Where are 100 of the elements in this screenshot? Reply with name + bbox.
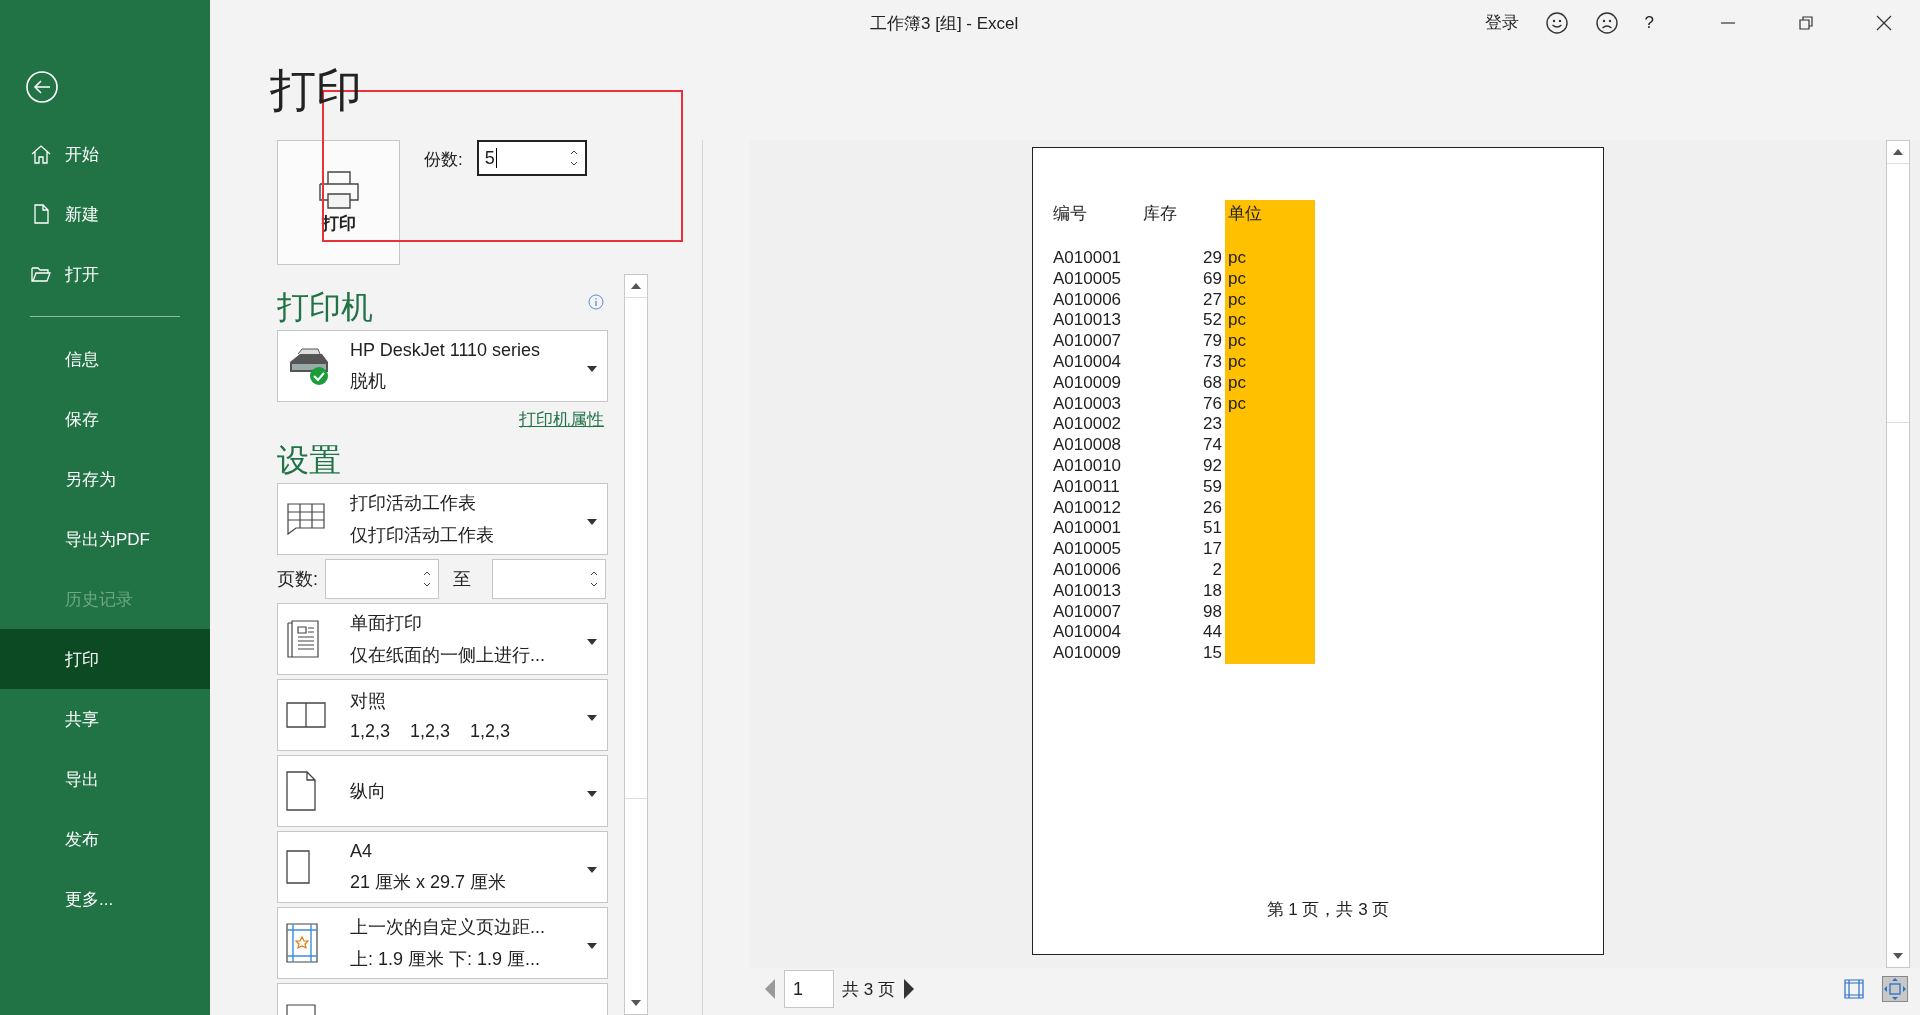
table-cell-text: A010004	[1053, 622, 1123, 644]
table-cell-text: 79	[1202, 331, 1223, 352]
option-title: 上一次的自定义页边距...	[350, 916, 545, 939]
portrait-page-icon	[286, 771, 316, 811]
sidebar-item[interactable]: 导出	[0, 749, 210, 809]
table-cell: pc	[1225, 248, 1315, 269]
table-cell-text: A010005	[1053, 268, 1123, 290]
table-cell-text: A010006	[1053, 559, 1123, 581]
table-cell-text: 92	[1202, 455, 1223, 477]
sidebar-item[interactable]: 开始	[0, 124, 210, 184]
table-cell-text: 73	[1202, 352, 1223, 373]
sidebar-item[interactable]: 信息	[0, 329, 210, 389]
table-cell-text: 27	[1202, 289, 1223, 311]
table-cell-text: A010010	[1053, 455, 1123, 477]
settings-dropdown[interactable]: 单面打印 仅在纸面的一侧上进行...	[277, 603, 608, 675]
table-cell-text: A010002	[1053, 414, 1123, 436]
show-margins-icon[interactable]	[1844, 979, 1864, 999]
copies-field[interactable]: 5	[476, 140, 587, 176]
scrollbar[interactable]	[1886, 140, 1910, 968]
info-icon[interactable]	[588, 294, 604, 310]
table-cell-text: A010012	[1053, 497, 1123, 519]
sidebar-item[interactable]: 更多...	[0, 869, 210, 929]
table-cell-text: 59	[1202, 476, 1223, 498]
pages-label: 页数:	[277, 568, 318, 591]
table-cell: pc	[1225, 393, 1315, 415]
two-pages-icon	[286, 702, 326, 728]
table-cell-text: 69	[1202, 268, 1223, 290]
option-detail: 仅打印活动工作表	[350, 524, 494, 547]
table-cell-text: 68	[1202, 372, 1223, 394]
table-cell: pc	[1225, 268, 1315, 290]
table-cell: pc	[1225, 372, 1315, 394]
settings-dropdown[interactable]: 纵向	[277, 755, 608, 827]
sidebar-item[interactable]: 另存为	[0, 449, 210, 509]
sidebar-item[interactable]: 打开	[0, 244, 210, 304]
table-cell-text: 15	[1202, 643, 1223, 664]
copies-label: 份数:	[424, 149, 463, 171]
table-cell: pc	[1225, 310, 1315, 332]
settings-dropdown[interactable]: 上一次的自定义页边距... 上: 1.9 厘米 下: 1.9 厘...	[277, 907, 608, 979]
table-cell-text: A010005	[1053, 539, 1123, 560]
table-cell-text: A010001	[1053, 518, 1123, 540]
table-cell-text: A010008	[1053, 435, 1123, 456]
grid-icon	[286, 502, 326, 536]
sidebar-item[interactable]: 打印	[0, 629, 210, 689]
option-detail: 1,2,3 1,2,3 1,2,3	[350, 720, 511, 742]
settings-dropdown[interactable]: 打印活动工作表 仅打印活动工作表	[277, 483, 608, 555]
sign-in-link[interactable]: 登录	[1484, 11, 1519, 34]
table-cell-text: 18	[1202, 580, 1223, 602]
page-footer: 第 1 页，共 3 页	[1053, 898, 1603, 921]
option-title: 单面打印	[350, 612, 423, 635]
table-cell-text: A010009	[1053, 372, 1123, 394]
sidebar-item[interactable]: 导出为PDF	[0, 509, 210, 569]
table-cell-text: 23	[1202, 414, 1223, 436]
page-number-field[interactable]: 1	[784, 970, 834, 1008]
smiley-icon[interactable]	[1544, 10, 1569, 35]
table-cell-text: A010013	[1053, 310, 1123, 332]
sidebar-item[interactable]: 共享	[0, 689, 210, 749]
close-icon[interactable]	[1876, 14, 1892, 31]
table-cell: pc	[1225, 352, 1315, 373]
table-cell-text: A010007	[1053, 331, 1123, 352]
page-to-field[interactable]	[492, 559, 606, 599]
previous-page-button[interactable]	[764, 978, 776, 1000]
document-lines-icon	[286, 619, 320, 659]
printer-dropdown[interactable]: HP DeskJet 1110 series 脱机	[277, 330, 608, 402]
sidebar-item[interactable]: 新建	[0, 184, 210, 244]
page-count: 共 3 页	[842, 978, 895, 1001]
next-page-button[interactable]	[902, 978, 915, 1000]
table-cell-text: A010001	[1053, 248, 1123, 269]
table-cell-text: A010009	[1053, 643, 1123, 664]
table-cell-text: 51	[1202, 518, 1223, 540]
printer-properties-link[interactable]: 打印机属性	[519, 408, 604, 431]
window-title: 工作簿3 [组] - Excel	[870, 13, 1019, 35]
option-detail: 仅在纸面的一侧上进行...	[350, 644, 545, 667]
table-cell-text: 29	[1202, 248, 1223, 269]
table-cell-text: A010004	[1053, 352, 1123, 373]
table-header: 编号	[1053, 203, 1088, 225]
section-heading: 打印机	[277, 288, 373, 326]
page-from-field[interactable]	[325, 559, 439, 599]
table-cell-text: A010006	[1053, 289, 1123, 311]
table-cell: pc	[1225, 331, 1315, 352]
restore-icon[interactable]	[1798, 14, 1814, 31]
settings-dropdown[interactable]: 对照 1,2,3 1,2,3 1,2,3	[277, 679, 608, 751]
sidebar-item[interactable]: 保存	[0, 389, 210, 449]
table-cell-text: 44	[1202, 622, 1223, 644]
option-detail: 21 厘米 x 29.7 厘米	[350, 870, 507, 894]
table-cell-text: A010003	[1053, 393, 1123, 415]
sidebar-item[interactable]: 发布	[0, 809, 210, 869]
page-margins-icon	[286, 923, 318, 963]
table-cell-text: 76	[1202, 393, 1223, 415]
frown-icon[interactable]	[1594, 10, 1619, 35]
settings-dropdown[interactable]: A4 21 厘米 x 29.7 厘米	[277, 831, 608, 903]
zoom-to-page-icon[interactable]	[1882, 976, 1908, 1002]
option-title: 打印活动工作表	[350, 492, 477, 515]
home-icon	[30, 143, 52, 165]
table-header: 单位	[1225, 200, 1315, 248]
table-cell: pc	[1225, 289, 1315, 311]
printer-icon	[316, 170, 361, 210]
table-cell-text: 2	[1211, 559, 1223, 581]
help-button[interactable]: ?	[1644, 12, 1654, 33]
option-title: 纵向	[350, 780, 386, 803]
scrollbar[interactable]	[624, 274, 648, 1015]
